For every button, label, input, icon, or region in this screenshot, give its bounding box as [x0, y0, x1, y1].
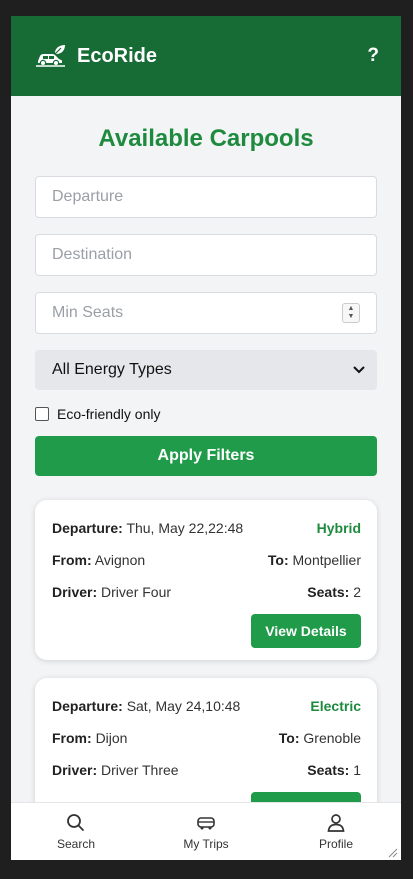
departure-time: Thu, May 22,22:48 [126, 520, 244, 536]
departure-placeholder: Departure [52, 188, 124, 205]
to-label: To: [267, 552, 289, 568]
seats-label: Seats: [307, 762, 350, 778]
search-icon [65, 813, 87, 833]
user-icon [325, 813, 347, 833]
to-label: To: [278, 730, 300, 746]
departure-label: Departure: [52, 698, 123, 714]
main-content: Available Carpools Departure Destination… [11, 124, 401, 838]
driver-label: Driver: [52, 762, 98, 778]
destination-input[interactable]: Destination [35, 234, 377, 276]
departure-input[interactable]: Departure [35, 176, 377, 218]
app-header: EcoRide ? [11, 16, 401, 96]
from-label: From: [52, 730, 92, 746]
from-city: Avignon [94, 552, 146, 568]
stepper-down-icon[interactable]: ▼ [348, 313, 355, 321]
eco-friendly-checkbox[interactable] [35, 407, 49, 421]
energy-type-select[interactable]: All Energy Types [35, 350, 377, 390]
trip-route-row: From: Dijon To: Grenoble [52, 728, 361, 748]
page-title: Available Carpools [98, 125, 314, 152]
energy-badge: Hybrid [316, 520, 361, 536]
chevron-down-icon [353, 363, 365, 377]
driver-name: Driver Four [101, 584, 172, 600]
nav-item-profile[interactable]: Profile [281, 813, 391, 851]
resize-handle-icon[interactable] [386, 845, 398, 858]
view-details-button[interactable]: View Details [251, 614, 361, 648]
apply-filters-button[interactable]: Apply Filters [35, 436, 377, 476]
stepper-up-icon[interactable]: ▲ [348, 305, 355, 313]
trip-route-row: From: Avignon To: Montpellier [52, 550, 361, 570]
departure-time: Sat, May 24,10:48 [126, 698, 241, 714]
help-button[interactable]: ? [367, 45, 379, 67]
eco-car-logo-icon [35, 44, 69, 68]
nav-label-search: Search [56, 836, 96, 851]
nav-label-my-trips: My Trips [183, 836, 229, 851]
app-window: EcoRide ? Available Carpools Departure D… [11, 16, 401, 860]
seats-count: 2 [353, 584, 361, 600]
min-seats-placeholder: Min Seats [52, 304, 124, 321]
car-icon [195, 813, 217, 833]
eco-friendly-label: Eco-friendly only [57, 406, 161, 422]
departure-label: Departure: [52, 520, 123, 536]
from-label: From: [52, 552, 92, 568]
seats-label: Seats: [307, 584, 350, 600]
seats-stepper[interactable]: ▲ ▼ [342, 303, 360, 323]
to-city: Montpellier [292, 552, 361, 568]
nav-label-profile: Profile [318, 836, 353, 851]
from-city: Dijon [95, 730, 128, 746]
destination-placeholder: Destination [52, 246, 133, 263]
nav-item-my-trips[interactable]: My Trips [151, 813, 261, 851]
eco-friendly-option[interactable]: Eco-friendly only [35, 406, 377, 422]
brand[interactable]: EcoRide [35, 44, 157, 68]
trip-driver-row: Driver: Driver Three Seats: 1 [52, 760, 361, 780]
trip-driver-row: Driver: Driver Four Seats: 2 [52, 582, 361, 602]
min-seats-input[interactable]: Min Seats ▲ ▼ [35, 292, 377, 334]
energy-type-value: All Energy Types [52, 361, 172, 378]
to-city: Grenoble [303, 730, 361, 746]
energy-badge: Electric [310, 698, 361, 714]
trip-departure-row: Departure: Thu, May 22,22:48 Hybrid [52, 518, 361, 538]
trip-card: Departure: Thu, May 22,22:48 Hybrid From… [35, 500, 377, 660]
nav-item-search[interactable]: Search [21, 813, 131, 851]
driver-label: Driver: [52, 584, 98, 600]
seats-count: 1 [353, 762, 361, 778]
trip-departure-row: Departure: Sat, May 24,10:48 Electric [52, 696, 361, 716]
app-name: EcoRide [77, 44, 158, 67]
driver-name: Driver Three [101, 762, 179, 778]
bottom-nav: Search My Trips Profile [11, 802, 401, 860]
